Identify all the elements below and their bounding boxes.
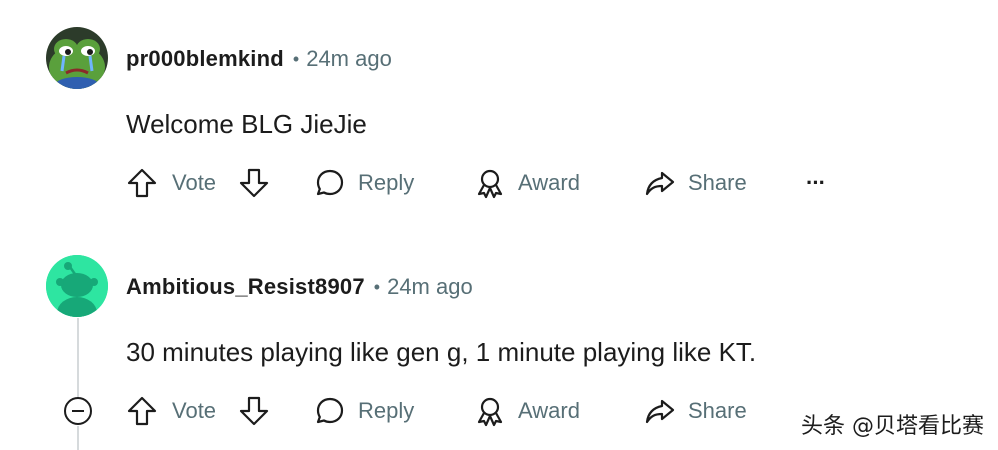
user-avatar[interactable]	[46, 255, 108, 317]
award-ribbon-icon	[477, 169, 503, 199]
share-label: Share	[688, 170, 747, 195]
award-button[interactable]: Award	[474, 391, 580, 431]
reply-button[interactable]: Reply	[314, 391, 414, 431]
username[interactable]: Ambitious_Resist8907	[126, 274, 365, 300]
reply-label: Reply	[358, 398, 415, 423]
timestamp[interactable]: 24m ago	[387, 274, 473, 300]
upvote-button[interactable]	[126, 163, 158, 203]
user-avatar[interactable]	[46, 27, 108, 89]
timestamp[interactable]: 24m ago	[306, 46, 392, 72]
meta-separator: •	[292, 48, 300, 69]
share-label: Share	[688, 398, 747, 423]
meta-separator: •	[373, 276, 381, 297]
share-button[interactable]: Share	[644, 163, 747, 203]
award-ribbon-icon	[477, 397, 503, 427]
upvote-button[interactable]	[126, 391, 158, 431]
comment-text: 30 minutes playing like gen g, 1 minute …	[126, 337, 757, 367]
snoo-default-avatar-icon	[46, 255, 108, 317]
comment-text: Welcome BLG JieJie	[126, 109, 367, 139]
downvote-arrow-icon	[239, 396, 269, 426]
award-label: Award	[518, 398, 580, 423]
more-options-button[interactable]: ···	[806, 163, 826, 203]
share-arrow-icon	[645, 171, 675, 196]
username[interactable]: pr000blemkind	[126, 46, 284, 72]
comment-bubble-icon	[316, 169, 344, 196]
reply-button[interactable]: Reply	[314, 163, 414, 203]
sad-frog-avatar-icon	[46, 27, 108, 89]
comment-bubble-icon	[316, 397, 344, 424]
watermark: 头条 @贝塔看比赛	[801, 414, 984, 439]
reply-label: Reply	[358, 170, 415, 195]
downvote-button[interactable]	[238, 391, 270, 431]
more-dots-icon: ···	[806, 170, 826, 195]
downvote-arrow-icon	[239, 168, 269, 198]
vote-count: Vote	[172, 398, 217, 423]
upvote-arrow-icon	[127, 168, 157, 198]
award-button[interactable]: Award	[474, 163, 580, 203]
collapse-thread-button[interactable]	[64, 397, 92, 425]
award-label: Award	[518, 170, 580, 195]
share-button[interactable]: Share	[644, 391, 747, 431]
share-arrow-icon	[645, 399, 675, 424]
thread-line[interactable]	[77, 426, 79, 450]
downvote-button[interactable]	[238, 163, 270, 203]
thread-line[interactable]	[77, 318, 79, 398]
vote-count: Vote	[172, 170, 217, 195]
upvote-arrow-icon	[127, 396, 157, 426]
